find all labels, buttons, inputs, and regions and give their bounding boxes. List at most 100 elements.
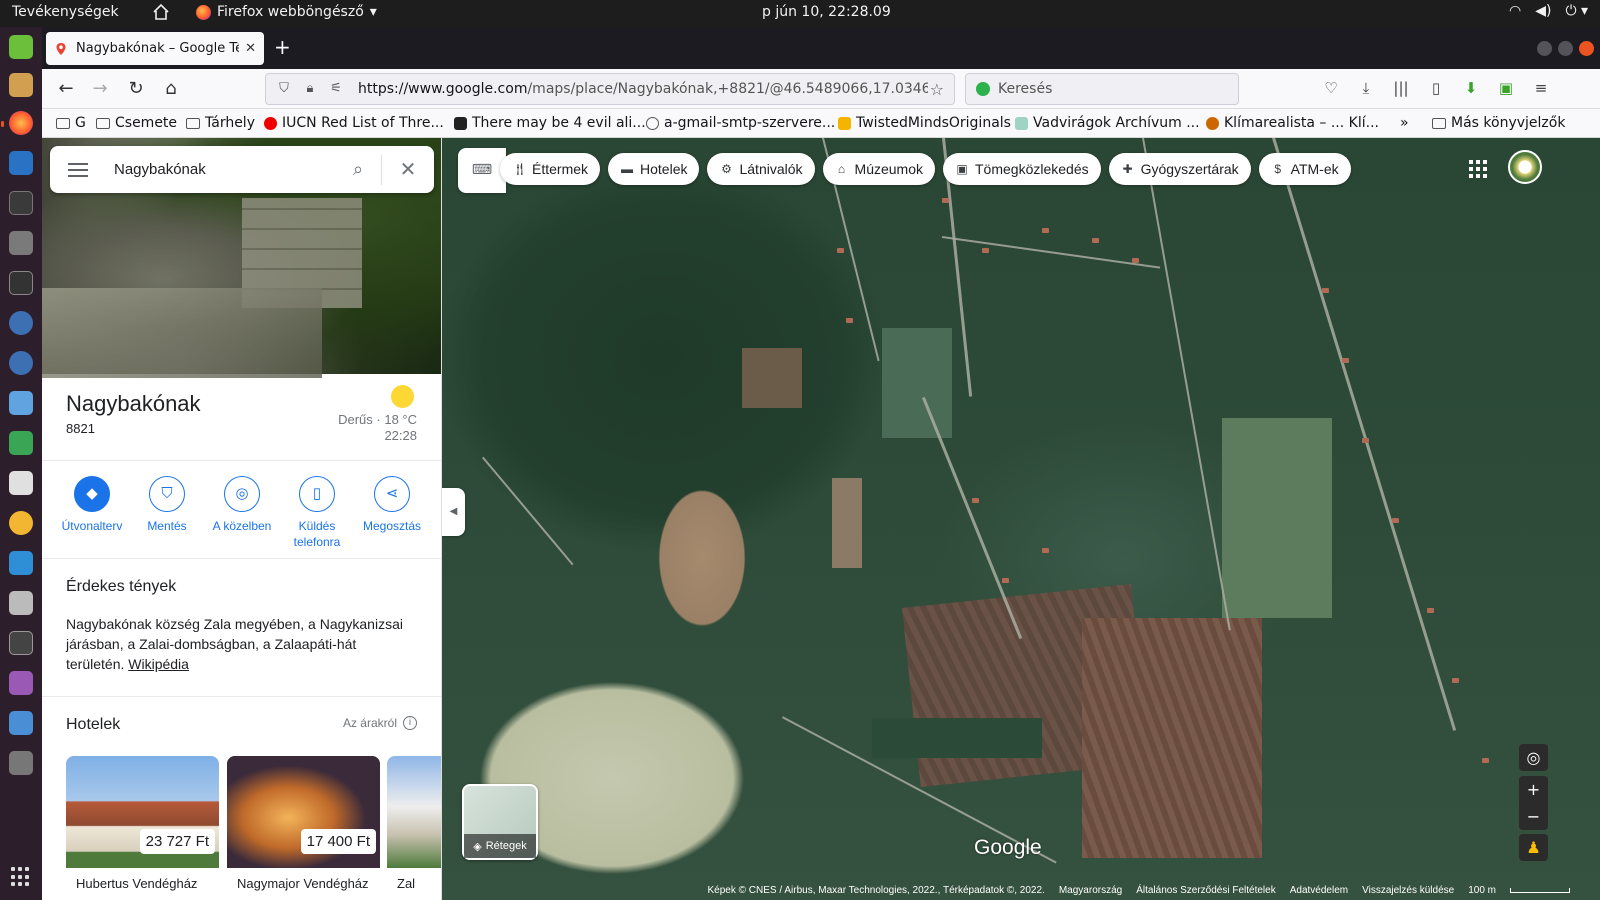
extension-icon[interactable]: ▣ — [1497, 79, 1515, 97]
system-tray[interactable]: ◠ ◀) ⏻ ▾ — [1509, 3, 1588, 19]
chip-atm[interactable]: $ ATM-ek — [1258, 153, 1351, 185]
lock-icon[interactable]: 🔒︎ — [302, 81, 318, 97]
firefox-dock-icon[interactable] — [9, 111, 33, 135]
sidebar-icon[interactable]: ▯ — [1427, 79, 1445, 97]
clock[interactable]: p jún 10, 22:28.09 — [762, 4, 891, 20]
bookmark-folder[interactable]: Csemete — [96, 115, 177, 131]
wikipedia-link[interactable]: Wikipédia — [128, 656, 189, 672]
google-apps-icon[interactable] — [1469, 160, 1487, 178]
calculator-icon[interactable] — [9, 231, 33, 255]
dock-app-icon[interactable] — [9, 35, 33, 59]
terms-link[interactable]: Általános Szerződési Feltételek — [1136, 885, 1276, 896]
chip-museums[interactable]: ⌂ Múzeumok — [822, 153, 935, 185]
reload-icon[interactable]: ↻ — [126, 79, 146, 99]
satellite-map[interactable]: ◀ ⌨ 🍴︎ Éttermek ▬ Hotelek ⚙ Látnivalók ⌂ Múz… — [442, 138, 1600, 900]
send-to-phone-button[interactable]: ▯ Küldés telefonra — [281, 476, 353, 556]
minimize-icon[interactable] — [1537, 41, 1552, 56]
pocket-icon[interactable]: ♡ — [1322, 79, 1340, 97]
bookmark-link[interactable]: IUCN Red List of Thre... — [264, 115, 444, 131]
dock-app-icon[interactable] — [9, 551, 33, 575]
app-menu[interactable]: Firefox webböngésző ▾ — [196, 4, 377, 20]
url-text[interactable]: https://www.google.com/maps/place/Nagyba… — [358, 81, 928, 97]
dock-app-icon[interactable] — [9, 511, 33, 535]
maximize-icon[interactable] — [1558, 41, 1573, 56]
web-search-field[interactable]: Keresés — [965, 73, 1239, 105]
search-icon[interactable]: ⌕ — [335, 159, 381, 180]
my-location-icon[interactable]: ◎ — [1519, 744, 1548, 771]
activities-button[interactable]: Tevékenységek — [12, 4, 119, 20]
save-button[interactable]: ⛉ Mentés — [131, 476, 203, 556]
browser-tab[interactable]: Nagybakónak – Google Térkép ✕ — [46, 32, 264, 65]
bookmark-folder[interactable]: Más könyvjelzők — [1432, 115, 1565, 131]
country-link[interactable]: Magyarország — [1059, 885, 1122, 896]
system-monitor-icon[interactable] — [9, 271, 33, 295]
camera-icon[interactable] — [9, 591, 33, 615]
url-bar[interactable]: ⛉ 🔒︎ ⚟ https://www.google.com/maps/place… — [265, 73, 955, 105]
dock-app-icon[interactable] — [9, 391, 33, 415]
hotel-card[interactable]: 17 400 Ft Nagymajor Vendégház — [227, 756, 380, 900]
maps-search-box[interactable]: Nagybakónak ⌕ ✕ — [50, 146, 434, 193]
shield-icon[interactable]: ⛉ — [276, 81, 292, 97]
bookmark-link[interactable]: Vadvirágok Archívum ... — [1015, 115, 1200, 131]
bookmark-link[interactable]: a-gmail-smtp-szervere... — [646, 115, 835, 131]
bookmark-folder[interactable]: G — [56, 115, 86, 131]
bookmark-link[interactable]: There may be 4 evil ali... — [454, 115, 646, 131]
feedback-link[interactable]: Visszajelzés küldése — [1362, 885, 1454, 896]
menu-icon[interactable] — [68, 159, 88, 181]
home-icon[interactable] — [152, 3, 170, 21]
search-input[interactable]: Nagybakónak — [114, 161, 335, 178]
writer-icon[interactable] — [9, 711, 33, 735]
dock-app-icon[interactable] — [9, 751, 33, 775]
dock-app-icon[interactable] — [9, 351, 33, 375]
share-button[interactable]: ⋖ Megosztás — [356, 476, 428, 556]
bookmark-link[interactable]: Klímarealista – ... Klí... — [1206, 115, 1379, 131]
document-icon[interactable] — [9, 471, 33, 495]
keyboard-icon[interactable]: ⌨ — [458, 148, 506, 193]
spreadsheet-icon[interactable] — [9, 431, 33, 455]
close-tab-icon[interactable]: ✕ — [245, 41, 256, 56]
pegman-icon[interactable]: ♟ — [1519, 834, 1548, 861]
account-avatar[interactable] — [1508, 150, 1542, 184]
library-icon[interactable]: ||| — [1392, 79, 1410, 97]
about-prices[interactable]: Az árakról i — [343, 716, 417, 730]
show-apps-icon[interactable] — [11, 867, 31, 887]
scale-label[interactable]: 100 m — [1468, 885, 1496, 896]
permissions-icon[interactable]: ⚟ — [328, 81, 344, 97]
directions-button[interactable]: ◆ Útvonalterv — [56, 476, 128, 556]
bookmark-folder[interactable]: Tárhely — [186, 115, 255, 131]
house — [982, 248, 989, 253]
layers-button[interactable]: ◈ Rétegek — [462, 784, 538, 860]
privacy-link[interactable]: Adatvédelem — [1290, 885, 1348, 896]
chip-pharmacies[interactable]: ✚ Gyógyszertárak — [1108, 153, 1251, 185]
chip-hotels[interactable]: ▬ Hotelek — [608, 153, 700, 185]
home-icon[interactable]: ⌂ — [161, 79, 181, 99]
collapse-panel-button[interactable]: ◀ — [442, 488, 465, 536]
google-maps: Nagybakónak ⌕ ✕ Nagybakónak 8821 Derűs ·… — [42, 138, 1600, 900]
dock-app-icon[interactable] — [9, 671, 33, 695]
dock-app-icon[interactable] — [9, 311, 33, 335]
dock-app-icon[interactable] — [9, 73, 33, 97]
hotel-card[interactable]: 23 727 Ft Hubertus Vendégház — [66, 756, 219, 900]
zoom-in-button[interactable]: + — [1519, 776, 1548, 803]
video-icon[interactable] — [9, 631, 33, 655]
chip-transit[interactable]: ▣ Tömegközlekedés — [943, 153, 1101, 185]
forward-icon[interactable]: → — [90, 79, 110, 99]
bookmark-star-icon[interactable]: ☆ — [930, 80, 944, 99]
close-window-icon[interactable] — [1579, 41, 1594, 56]
back-icon[interactable]: ← — [56, 79, 76, 99]
bookmark-link[interactable]: TwistedMindsOriginals — [838, 115, 1011, 131]
zoom-out-button[interactable]: − — [1519, 803, 1548, 830]
menu-icon[interactable]: ≡ — [1532, 79, 1550, 97]
close-icon[interactable]: ✕ — [382, 157, 434, 182]
directions-icon: ◆ — [74, 476, 110, 512]
chip-attractions[interactable]: ⚙ Látnivalók — [707, 153, 815, 185]
terminal-icon[interactable] — [9, 191, 33, 215]
dock-app-icon[interactable] — [9, 151, 33, 175]
hotel-card[interactable]: Zal — [387, 756, 441, 900]
nearby-button[interactable]: ◎ A közelben — [206, 476, 278, 556]
new-tab-icon[interactable]: + — [274, 37, 291, 57]
downloads-icon[interactable]: ⤓ — [1357, 79, 1375, 97]
chip-restaurants[interactable]: 🍴︎ Éttermek — [500, 153, 601, 185]
extension-icon[interactable]: ⬇ — [1462, 79, 1480, 97]
more-bookmarks-icon[interactable]: » — [1400, 115, 1409, 131]
